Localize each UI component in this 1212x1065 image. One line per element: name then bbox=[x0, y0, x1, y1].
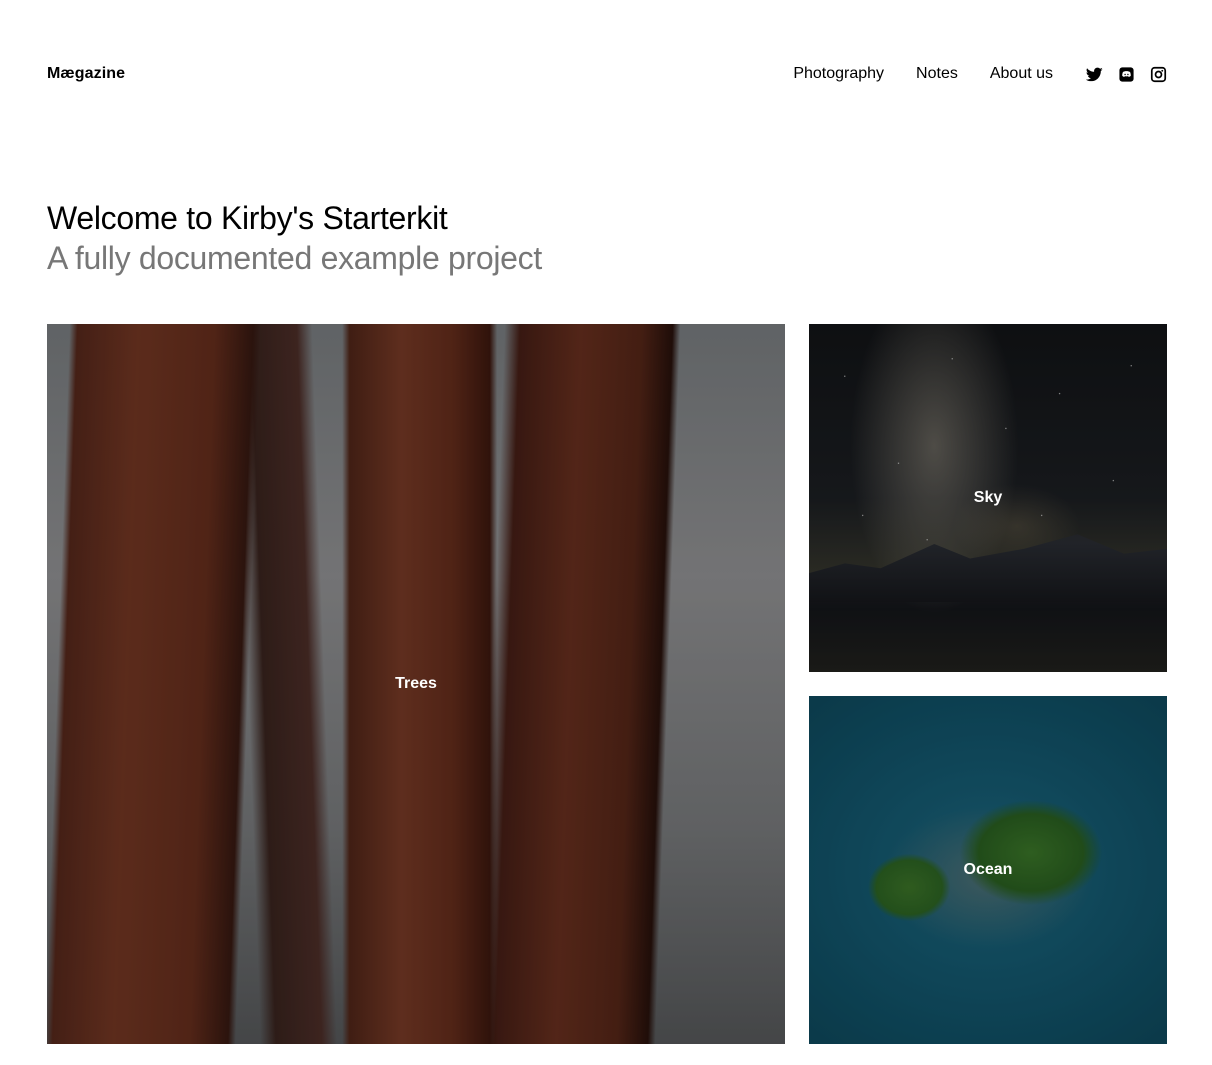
gallery-item-trees[interactable]: Trees bbox=[47, 324, 785, 1044]
page-subtitle: A fully documented example project bbox=[47, 240, 542, 276]
nav-link-about-us[interactable]: About us bbox=[990, 65, 1053, 83]
page-title: Welcome to Kirby's Starterkit bbox=[47, 200, 448, 236]
nav-link-photography[interactable]: Photography bbox=[793, 65, 884, 83]
intro: Welcome to Kirby's Starterkit A fully do… bbox=[47, 198, 542, 278]
gallery-item-sky[interactable]: Sky bbox=[809, 324, 1167, 672]
discord-icon bbox=[1118, 66, 1134, 82]
gallery-item-label: Trees bbox=[395, 675, 437, 692]
nav-link-notes[interactable]: Notes bbox=[916, 65, 958, 83]
gallery-item-ocean[interactable]: Ocean bbox=[809, 696, 1167, 1044]
twitter-icon bbox=[1085, 67, 1103, 81]
discord-link[interactable] bbox=[1117, 65, 1135, 83]
site-logo[interactable]: Mægazine bbox=[47, 65, 125, 83]
site-header: Mægazine Photography Notes About us bbox=[47, 56, 1167, 92]
main-nav: Photography Notes About us bbox=[793, 65, 1167, 83]
social-links bbox=[1085, 65, 1167, 83]
instagram-link[interactable] bbox=[1149, 65, 1167, 83]
gallery-item-label: Sky bbox=[973, 489, 1003, 506]
gallery-item-label: Ocean bbox=[963, 861, 1013, 878]
twitter-link[interactable] bbox=[1085, 65, 1103, 83]
instagram-icon bbox=[1150, 66, 1166, 82]
